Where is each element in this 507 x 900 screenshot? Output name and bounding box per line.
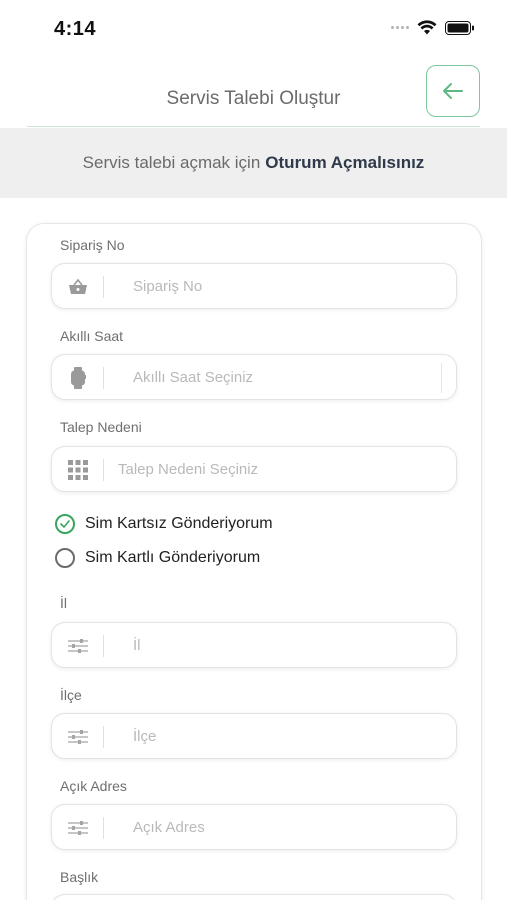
field-separator: [103, 459, 104, 481]
address-placeholder: Açık Adres: [133, 819, 205, 836]
login-notice: Servis talebi açmak için Oturum Açmalısı…: [0, 128, 507, 198]
field-separator: [103, 817, 104, 839]
order-no-label: Sipariş No: [60, 237, 125, 253]
smartwatch-label: Akıllı Saat: [60, 328, 124, 344]
radio-checked-icon: [55, 514, 75, 534]
district-select[interactable]: İlçe: [51, 713, 457, 759]
order-no-input[interactable]: Sipariş No: [51, 263, 457, 309]
radio-without-sim[interactable]: Sim Kartsız Gönderiyorum: [55, 514, 273, 534]
sliders-icon: [68, 636, 88, 656]
status-bar: 4:14: [0, 0, 507, 60]
battery-icon: [445, 20, 474, 35]
radio-with-sim[interactable]: Sim Kartlı Gönderiyorum: [55, 548, 260, 568]
login-link[interactable]: Oturum Açmalısınız: [265, 153, 424, 173]
smartwatch-select[interactable]: Akıllı Saat Seçiniz: [51, 354, 457, 400]
title-input[interactable]: [51, 894, 457, 900]
address-input[interactable]: Açık Adres: [51, 804, 457, 850]
login-notice-text: Servis talebi açmak için: [82, 153, 261, 172]
province-label: İl: [60, 595, 67, 611]
address-label: Açık Adres: [60, 778, 127, 794]
back-button[interactable]: [426, 65, 480, 117]
wifi-icon: [417, 20, 437, 35]
radio-unchecked-icon: [55, 548, 75, 568]
status-icons: [391, 20, 475, 35]
smartwatch-icon: [68, 367, 88, 389]
header-divider: [27, 126, 480, 127]
basket-icon: [68, 277, 88, 297]
sliders-icon: [68, 818, 88, 838]
dropdown-divider: [441, 363, 442, 393]
smartwatch-placeholder: Akıllı Saat Seçiniz: [133, 369, 254, 386]
field-separator: [103, 635, 104, 657]
province-placeholder: İl: [133, 637, 141, 654]
district-placeholder: İlçe: [133, 728, 157, 745]
district-label: İlçe: [60, 687, 82, 703]
sliders-icon: [68, 727, 88, 747]
header: Servis Talebi Oluştur: [0, 60, 507, 128]
request-reason-select[interactable]: Talep Nedeni Seçiniz: [51, 446, 457, 492]
title-label: Başlık: [60, 869, 99, 885]
field-separator: [103, 276, 104, 298]
grid-icon: [68, 460, 88, 480]
province-select[interactable]: İl: [51, 622, 457, 668]
status-time: 4:14: [54, 18, 97, 40]
cellular-signal-icon: [391, 26, 409, 29]
field-separator: [103, 367, 104, 389]
order-no-placeholder: Sipariş No: [133, 278, 203, 295]
field-separator: [103, 726, 104, 748]
screen: 4:14 Servis Talebi Oluştur Servis talebi…: [0, 0, 507, 900]
request-reason-placeholder: Talep Nedeni Seçiniz: [118, 461, 259, 478]
radio-with-sim-label: Sim Kartlı Gönderiyorum: [85, 549, 261, 566]
arrow-left-icon: [443, 83, 463, 99]
request-reason-label: Talep Nedeni: [60, 419, 142, 435]
radio-without-sim-label: Sim Kartsız Gönderiyorum: [85, 515, 273, 532]
